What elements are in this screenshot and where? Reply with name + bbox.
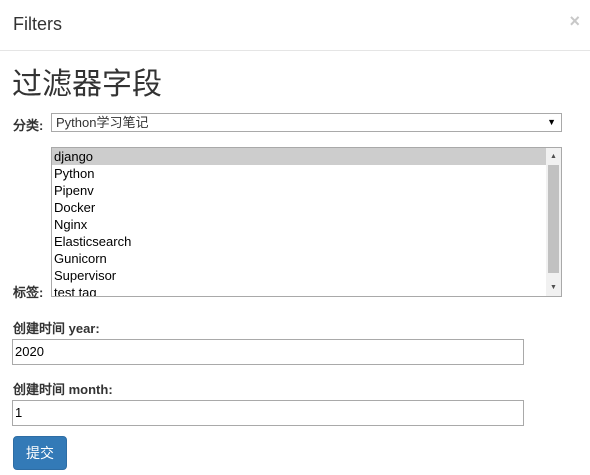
scroll-thumb[interactable]: [548, 165, 559, 273]
scroll-down-icon[interactable]: ▼: [546, 280, 561, 295]
tag-option[interactable]: test tag: [52, 284, 546, 296]
month-input[interactable]: 1: [12, 400, 524, 426]
category-label: 分类:: [13, 118, 44, 133]
tag-option[interactable]: Elasticsearch: [52, 233, 546, 250]
category-select[interactable]: Python学习笔记 ▼: [51, 113, 562, 132]
tag-option[interactable]: Python: [52, 165, 546, 182]
scroll-up-icon[interactable]: ▲: [546, 149, 561, 164]
form-heading: 过滤器字段: [12, 68, 162, 101]
tag-option[interactable]: Pipenv: [52, 182, 546, 199]
modal-header: Filters ×: [0, 0, 590, 51]
submit-button[interactable]: 提交: [13, 436, 67, 470]
tags-multiselect[interactable]: django Python Pipenv Docker Nginx Elasticsear…: [51, 147, 562, 297]
year-label: 创建时间 year:: [13, 321, 100, 336]
category-selected-value: Python学习笔记: [56, 115, 149, 130]
tag-option[interactable]: Nginx: [52, 216, 546, 233]
tag-option[interactable]: Docker: [52, 199, 546, 216]
modal-title: Filters: [13, 14, 62, 34]
year-input[interactable]: 2020: [12, 339, 524, 365]
chevron-down-icon: ▼: [547, 117, 556, 127]
tag-option[interactable]: Gunicorn: [52, 250, 546, 267]
tags-scrollbar[interactable]: ▲ ▼: [546, 148, 561, 296]
month-label: 创建时间 month:: [13, 382, 113, 397]
tags-option-list: django Python Pipenv Docker Nginx Elasticsear…: [52, 148, 546, 296]
tag-option[interactable]: django: [52, 148, 546, 165]
close-icon[interactable]: ×: [569, 11, 580, 31]
tags-label: 标签:: [13, 285, 44, 300]
tag-option[interactable]: Supervisor: [52, 267, 546, 284]
